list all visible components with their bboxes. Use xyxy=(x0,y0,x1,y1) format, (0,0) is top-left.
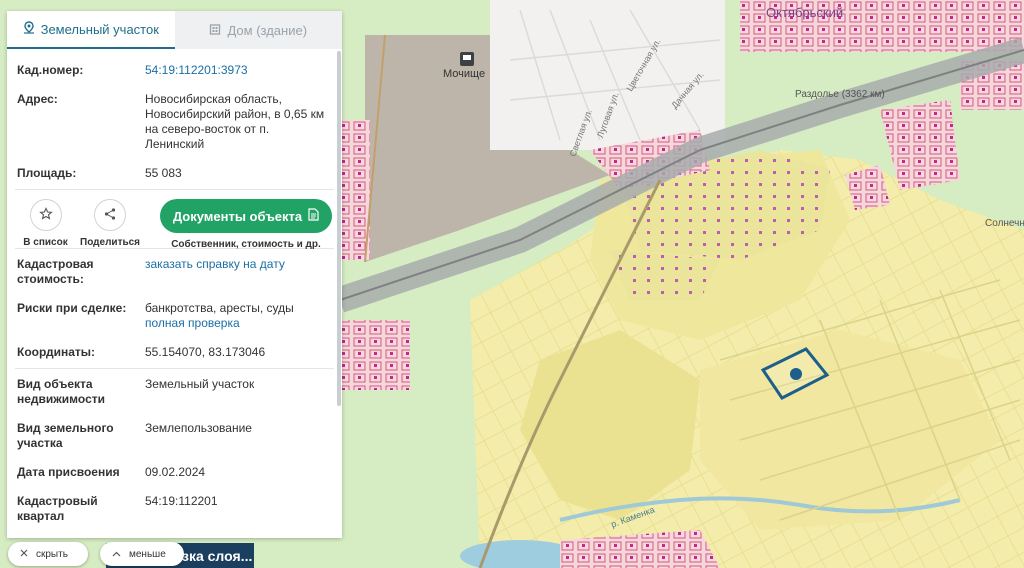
field-label: Вид объекта недвижимости xyxy=(17,377,145,407)
documents-button-label: Документы объекта xyxy=(172,208,303,224)
share-label: Поделиться xyxy=(80,237,141,248)
hide-label: скрыть xyxy=(36,548,68,560)
address-line: Новосибирская область, xyxy=(145,92,282,106)
panel-scrollbar[interactable] xyxy=(337,51,341,406)
address-line: Новосибирский район, в 0,65 км xyxy=(145,107,325,121)
close-icon xyxy=(20,549,28,560)
chevron-up-icon xyxy=(112,549,121,560)
field-risks: Риски при сделке: банкротства, аресты, с… xyxy=(7,301,342,331)
field-address: Адрес: Новосибирская область, Новосибирс… xyxy=(7,92,342,152)
action-bar: В список Поделиться Документы объекта Со… xyxy=(7,190,342,250)
station-icon-window xyxy=(463,55,471,60)
field-label-line: Кадастровый xyxy=(17,494,98,508)
field-label-line: участка xyxy=(17,436,63,450)
land-type-value: Землепользование xyxy=(145,421,252,435)
add-to-list-label: В список xyxy=(23,237,68,248)
address-value: Новосибирская область, Новосибирский рай… xyxy=(145,92,332,152)
field-quarter: Кадастровый квартал 54:19:112201 xyxy=(7,494,342,524)
land-plot-icon xyxy=(23,21,35,37)
hide-panel-button[interactable]: скрыть xyxy=(8,542,88,566)
field-label-line: Кадастровая xyxy=(17,257,94,271)
object-type-value: Земельный участок xyxy=(145,377,255,391)
field-label: Координаты: xyxy=(17,345,96,359)
field-label-line: недвижимости xyxy=(17,392,105,406)
address-line: на северо-восток от п. xyxy=(145,122,270,136)
risks-value: банкротства, аресты, суды полная проверк… xyxy=(145,301,332,331)
field-label: Вид земельного участка xyxy=(17,421,145,451)
share-circle xyxy=(94,199,126,231)
quarter-value: 54:19:112201 xyxy=(145,494,218,508)
field-area: Площадь: 55 083 xyxy=(7,166,342,181)
field-land-type: Вид земельного участка Землепользование xyxy=(7,421,342,451)
selected-parcel-marker[interactable] xyxy=(790,368,802,380)
tab-land-plot-label: Земельный участок xyxy=(40,21,159,37)
object-info-panel: Земельный участок Дом (здание) Кад.номер… xyxy=(7,11,342,538)
cadastral-number-link[interactable]: 54:19:112201:3973 xyxy=(145,63,332,78)
documents-section: Документы объекта Собственник, стоимость… xyxy=(160,199,332,250)
less-label: меньше xyxy=(129,548,166,560)
field-label-line: стоимость: xyxy=(17,272,84,286)
share-icon xyxy=(103,207,117,224)
field-label: Кадастровая стоимость: xyxy=(17,257,145,287)
star-icon xyxy=(38,206,53,224)
add-to-list-circle xyxy=(29,199,62,231)
coordinates-value: 55.154070, 83.173046 xyxy=(145,345,266,359)
address-line: Ленинский xyxy=(145,137,205,151)
divider xyxy=(15,368,334,369)
place-label-oktyabrsky: Октябрьский xyxy=(766,5,844,20)
field-object-type: Вид объекта недвижимости Земельный участ… xyxy=(7,377,342,407)
risks-text: банкротства, аресты, суды xyxy=(145,301,294,315)
field-label-line: Вид объекта xyxy=(17,377,93,391)
building-icon xyxy=(209,23,221,38)
assign-date-value: 09.02.2024 xyxy=(145,465,206,479)
field-cadastral-number: Кад.номер: 54:19:112201:3973 xyxy=(7,63,342,78)
built-area-west xyxy=(340,320,410,390)
place-label-mochishche: Мочище xyxy=(443,68,486,80)
field-label: Риски при сделке: xyxy=(17,301,127,315)
field-coordinates: Координаты: 55.154070, 83.173046 xyxy=(7,345,342,360)
field-label-line: квартал xyxy=(17,509,65,523)
order-certificate-link[interactable]: заказать справку на дату xyxy=(145,257,332,287)
document-icon xyxy=(308,208,319,224)
add-to-list-button[interactable]: В список xyxy=(17,199,74,248)
tab-building-label: Дом (здание) xyxy=(227,22,308,38)
share-button[interactable]: Поделиться xyxy=(80,199,140,248)
full-check-link[interactable]: полная проверка xyxy=(145,316,332,331)
documents-button[interactable]: Документы объекта xyxy=(160,199,332,233)
place-label-razdolye: Раздолье (3362 км) xyxy=(795,89,885,100)
field-label: Площадь: xyxy=(17,166,77,180)
tab-land-plot[interactable]: Земельный участок xyxy=(7,11,175,49)
field-label: Дата присвоения xyxy=(17,465,120,479)
field-label-line: Вид земельного xyxy=(17,421,114,435)
place-label-solnechnaya: Солнечна xyxy=(985,218,1024,229)
field-label: Кад.номер: xyxy=(17,63,84,77)
field-label: Адрес: xyxy=(17,92,58,106)
layer-button-label: зка слоя... xyxy=(182,547,253,564)
field-label: Кадастровый квартал xyxy=(17,494,145,524)
documents-subtitle: Собственник, стоимость и др. xyxy=(171,239,321,250)
tab-building[interactable]: Дом (здание) xyxy=(175,11,343,49)
field-cadastral-value: Кадастровая стоимость: заказать справку … xyxy=(7,257,342,287)
built-area-west-strip xyxy=(340,120,370,260)
less-button[interactable]: меньше xyxy=(100,542,184,566)
field-assign-date: Дата присвоения 09.02.2024 xyxy=(7,465,342,480)
area-value: 55 083 xyxy=(145,166,182,180)
panel-tabs: Земельный участок Дом (здание) xyxy=(7,11,342,49)
